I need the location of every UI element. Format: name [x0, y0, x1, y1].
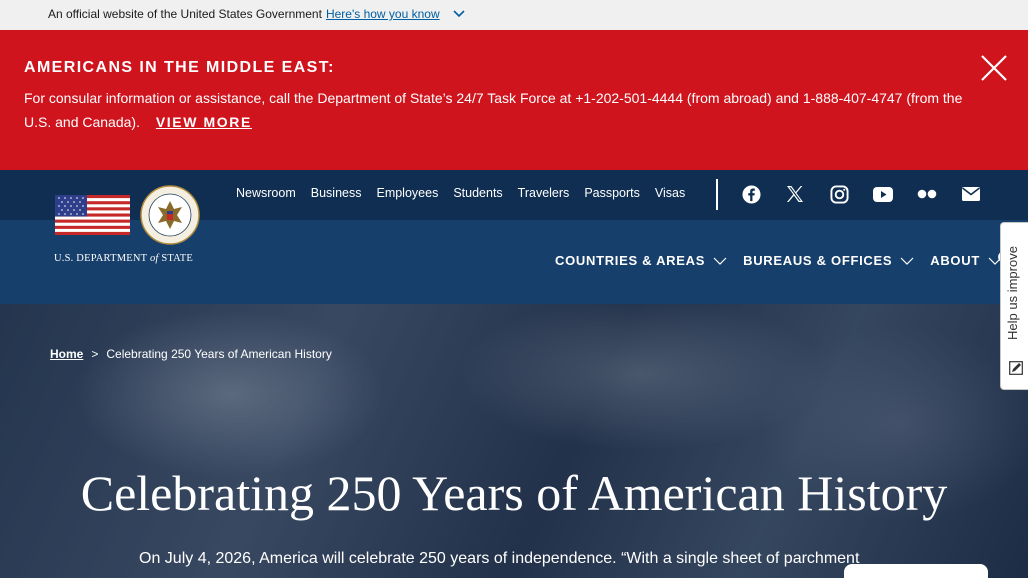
- state-department-logo[interactable]: U.S. DEPARTMENT of STATE: [54, 183, 204, 273]
- floating-card[interactable]: [844, 564, 988, 578]
- wordmark-of: of: [149, 253, 159, 264]
- nav-about-label: ABOUT: [930, 253, 980, 268]
- breadcrumb: Home > Celebrating 250 Years of American…: [50, 347, 332, 361]
- nav-countries-areas-label: COUNTRIES & AREAS: [555, 253, 706, 268]
- nav-bureaus-offices-label: BUREAUS & OFFICES: [743, 253, 893, 268]
- youtube-icon[interactable]: [873, 184, 893, 204]
- feedback-edit-icon: [1009, 361, 1023, 375]
- alert-banner: AMERICANS IN THE MIDDLE EAST: For consul…: [0, 30, 1028, 170]
- nav-about[interactable]: ABOUT: [930, 253, 1002, 268]
- util-nav-travelers[interactable]: Travelers: [518, 186, 570, 200]
- main-nav: COUNTRIES & AREAS BUREAUS & OFFICES ABOU…: [555, 253, 1002, 268]
- wordmark-suffix: STATE: [161, 253, 194, 264]
- feedback-tab[interactable]: Help us improve: [1000, 222, 1028, 390]
- instagram-icon[interactable]: [829, 184, 849, 204]
- nav-bureaus-offices[interactable]: BUREAUS & OFFICES: [743, 253, 914, 268]
- util-nav-visas[interactable]: Visas: [655, 186, 685, 200]
- alert-body: For consular information or assistance, …: [24, 86, 984, 134]
- feedback-label: Help us improve: [1005, 246, 1020, 340]
- nav-countries-areas[interactable]: COUNTRIES & AREAS: [555, 253, 727, 268]
- facebook-icon[interactable]: [741, 184, 761, 204]
- chevron-down-icon: [900, 257, 914, 265]
- email-icon[interactable]: [961, 184, 981, 204]
- util-nav-employees[interactable]: Employees: [376, 186, 438, 200]
- breadcrumb-home-link[interactable]: Home: [50, 347, 83, 361]
- view-more-link[interactable]: VIEW MORE: [156, 114, 252, 130]
- social-links: [741, 184, 981, 204]
- flickr-icon[interactable]: [917, 184, 937, 204]
- util-nav-passports[interactable]: Passports: [584, 186, 640, 200]
- utility-nav: Newsroom Business Employees Students Tra…: [236, 186, 685, 200]
- department-seal-icon: [140, 185, 200, 245]
- how-you-know-link[interactable]: Here's how you know: [326, 7, 440, 21]
- hero-section: Home > Celebrating 250 Years of American…: [0, 304, 1028, 578]
- alert-title: AMERICANS IN THE MIDDLE EAST:: [24, 59, 335, 76]
- chevron-down-icon[interactable]: [452, 7, 466, 21]
- breadcrumb-separator: >: [91, 347, 99, 361]
- chevron-down-icon: [713, 257, 727, 265]
- us-flag-icon: [55, 195, 130, 235]
- breadcrumb-current: Celebrating 250 Years of American Histor…: [106, 347, 332, 361]
- gov-banner-text: An official website of the United States…: [48, 7, 322, 21]
- x-twitter-icon[interactable]: [785, 184, 805, 204]
- page-title: Celebrating 250 Years of American Histor…: [80, 465, 948, 521]
- header-divider: [716, 179, 718, 210]
- hero-intro-text: On July 4, 2026, America will celebrate …: [139, 550, 860, 567]
- logo-wordmark: U.S. DEPARTMENT of STATE: [54, 253, 193, 264]
- close-icon[interactable]: [979, 53, 1009, 83]
- util-nav-students[interactable]: Students: [453, 186, 502, 200]
- wordmark-prefix: U.S. DEPARTMENT: [54, 253, 148, 264]
- gov-banner: An official website of the United States…: [0, 0, 1028, 30]
- util-nav-business[interactable]: Business: [311, 186, 362, 200]
- util-nav-newsroom[interactable]: Newsroom: [236, 186, 296, 200]
